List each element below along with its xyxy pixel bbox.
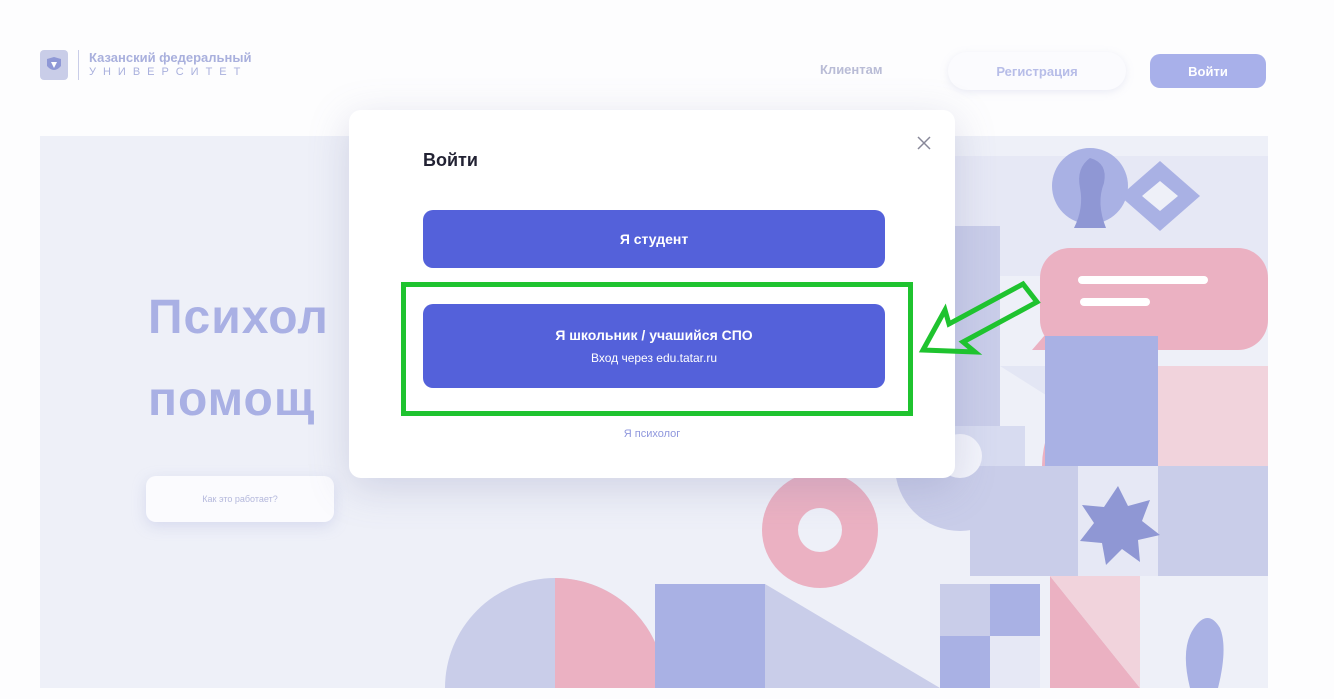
psychologist-login-link[interactable]: Я психолог <box>349 428 955 440</box>
register-button[interactable]: Регистрация <box>948 52 1126 90</box>
login-button[interactable]: Войти <box>1150 54 1266 88</box>
student-login-button[interactable]: Я студент <box>423 210 885 268</box>
close-icon[interactable] <box>913 132 935 154</box>
hero-title-line1: Психол <box>148 291 329 344</box>
kfu-logo-icon <box>40 50 68 80</box>
how-it-works-button[interactable]: Как это работает? <box>146 476 334 522</box>
logo-text: Казанский федеральный УНИВЕРСИТЕТ <box>89 51 251 79</box>
nav-clients-link[interactable]: Клиентам <box>820 62 882 77</box>
modal-title: Войти <box>423 150 478 170</box>
logo-divider <box>78 50 79 80</box>
logo-subtitle: УНИВЕРСИТЕТ <box>89 66 248 78</box>
site-logo[interactable]: Казанский федеральный УНИВЕРСИТЕТ <box>40 50 251 80</box>
hero-title-line2: помощ <box>148 373 316 426</box>
highlight-box <box>401 282 913 416</box>
page: Казанский федеральный УНИВЕРСИТЕТ Клиент… <box>0 0 1334 699</box>
logo-title: Казанский федеральный <box>89 50 252 65</box>
arrow-icon <box>918 280 1041 355</box>
